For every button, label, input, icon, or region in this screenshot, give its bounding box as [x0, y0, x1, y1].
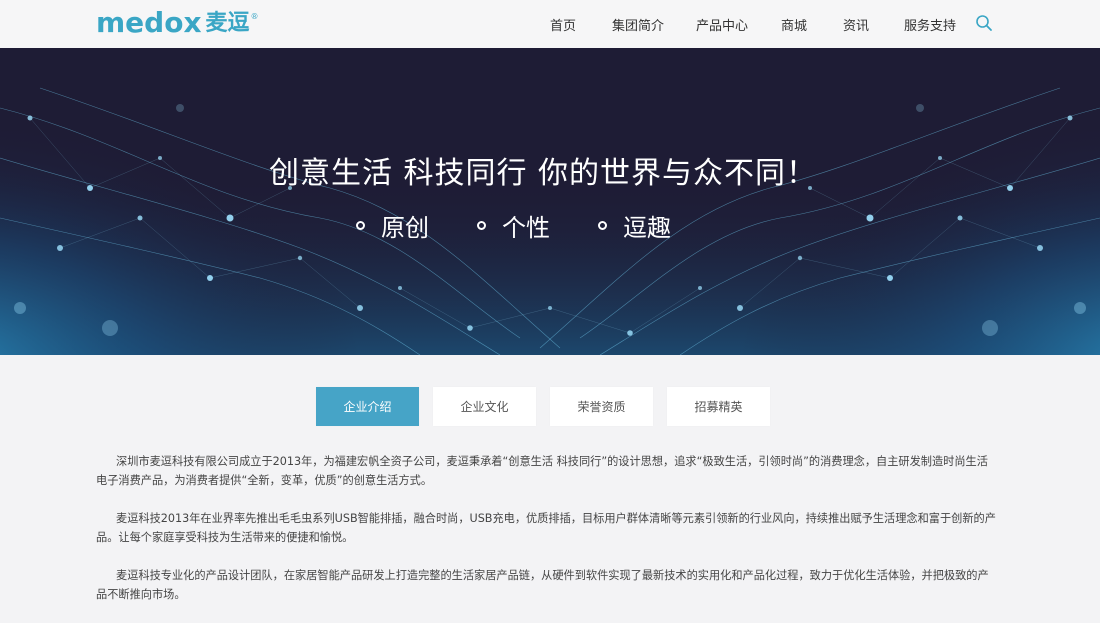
feature-personality: 个性 — [477, 208, 550, 243]
tab-recruitment[interactable]: 招募精英 — [667, 387, 770, 426]
nav-item-group-intro[interactable]: 集团简介 — [612, 15, 664, 34]
logo-chinese: 麦逗 — [205, 11, 250, 36]
circle-bullet-icon — [598, 221, 607, 230]
feature-original: 原创 — [356, 208, 429, 243]
tab-company-intro[interactable]: 企业介绍 — [316, 387, 419, 426]
logo-registered-mark: ® — [250, 12, 259, 21]
intro-paragraph: 深圳市麦逗科技有限公司成立于2013年，为福建宏帆全资子公司，麦逗秉承着“创意生… — [96, 455, 988, 487]
nav-item-mall[interactable]: 商城 — [781, 15, 807, 34]
feature-fun: 逗趣 — [598, 208, 671, 243]
network-background-image — [0, 48, 1100, 355]
circle-bullet-icon — [477, 221, 486, 230]
logo-wordmark: medox — [96, 6, 202, 39]
banner-headline: 创意生活 科技同行 你的世界与众不同！ — [268, 156, 818, 191]
banner-features: 原创 个性 逗趣 — [356, 208, 671, 243]
feature-label: 原创 — [381, 214, 429, 242]
tab-company-culture[interactable]: 企业文化 — [433, 387, 536, 426]
intro-paragraph: 麦逗科技2013年在业界率先推出毛毛虫系列USB智能排插，融合时尚，USB充电，… — [96, 512, 996, 544]
nav-item-products[interactable]: 产品中心 — [696, 15, 748, 34]
feature-label: 逗趣 — [623, 214, 671, 242]
search-icon[interactable] — [975, 14, 993, 32]
brand-logo[interactable]: medox 麦逗 ® — [96, 6, 259, 38]
nav-item-support[interactable]: 服务支持 — [904, 15, 956, 34]
site-header: medox 麦逗 ® 首页 集团简介 产品中心 商城 资讯 服务支持 — [0, 0, 1100, 48]
hero-banner: 创意生活 科技同行 你的世界与众不同！ 原创 个性 逗趣 — [0, 48, 1100, 355]
company-intro-content: 深圳市麦逗科技有限公司成立于2013年，为福建宏帆全资子公司，麦逗秉承着“创意生… — [96, 452, 996, 623]
nav-item-home[interactable]: 首页 — [550, 15, 576, 34]
intro-paragraph: 麦逗科技专业化的产品设计团队，在家居智能产品研发上打造完整的生活家居产品链，从硬… — [96, 569, 989, 601]
tab-honors[interactable]: 荣誉资质 — [550, 387, 653, 426]
nav-item-news[interactable]: 资讯 — [843, 15, 869, 34]
feature-label: 个性 — [502, 214, 550, 242]
circle-bullet-icon — [356, 221, 365, 230]
